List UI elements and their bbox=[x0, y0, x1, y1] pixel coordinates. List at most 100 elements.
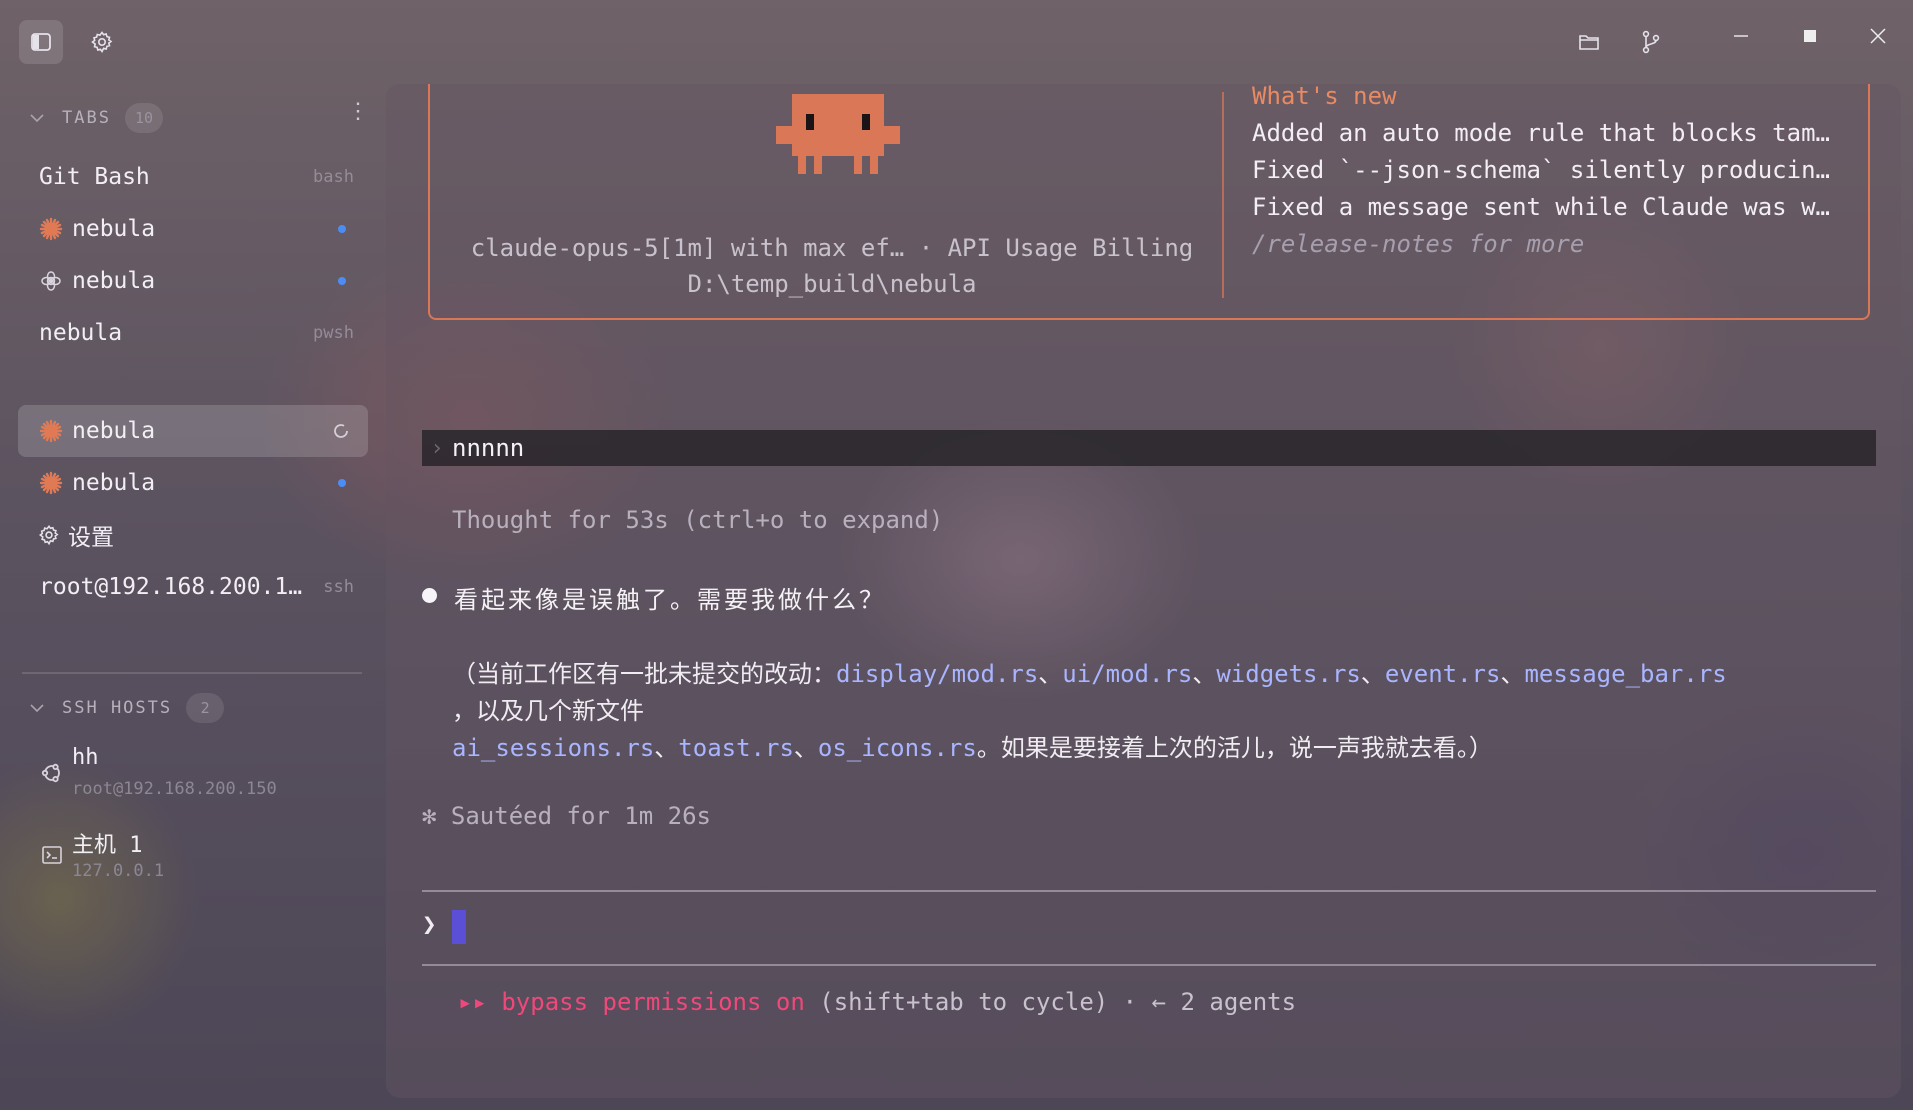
working-directory: D:\temp_build\nebula bbox=[687, 270, 977, 298]
bypass-label: bypass permissions on bbox=[501, 988, 805, 1016]
changed-file: message_bar.rs bbox=[1524, 660, 1727, 688]
close-button[interactable] bbox=[1848, 14, 1908, 58]
maximize-icon bbox=[1804, 30, 1816, 42]
input-top-border bbox=[422, 890, 1876, 892]
separator: 、 bbox=[1360, 660, 1385, 688]
gear-icon bbox=[91, 31, 113, 54]
claude-mascot-icon bbox=[776, 94, 900, 174]
openai-icon bbox=[38, 268, 64, 294]
tab-label: nebula bbox=[72, 268, 156, 294]
whats-new-item: Added an auto mode rule that blocks tam… bbox=[1252, 119, 1830, 147]
activity-dot bbox=[338, 277, 346, 285]
claude-sparkle-icon bbox=[38, 470, 64, 496]
assistant-reply: 看起来像是误触了。需要我做什么？ bbox=[454, 586, 886, 614]
welcome-separator bbox=[1222, 92, 1224, 298]
title-bar bbox=[0, 0, 1913, 72]
status-hint: (shift+tab to cycle) · ← 2 agents bbox=[804, 988, 1297, 1016]
tab-kind: bash bbox=[313, 167, 354, 187]
claude-sparkle-icon bbox=[38, 216, 64, 242]
terminal-panel[interactable]: claude-opus-5[1m] with max ef… · API Usa… bbox=[386, 84, 1901, 1098]
settings-button[interactable] bbox=[80, 20, 124, 64]
user-prompt-row: › nnnnn bbox=[422, 430, 1876, 466]
detail-prefix: （当前工作区有一批未提交的改动： bbox=[452, 660, 836, 688]
sauteed-status: ✻ Sautéed for 1m 26s bbox=[422, 802, 711, 830]
folder-icon bbox=[1579, 35, 1599, 50]
changed-file: display/mod.rs bbox=[836, 660, 1039, 688]
tab-settings[interactable]: 设置 bbox=[18, 509, 368, 561]
ssh-host-hh[interactable]: hh root@192.168.200.150 bbox=[36, 745, 366, 815]
tab-label: Git Bash bbox=[39, 164, 150, 190]
new-file: os_icons.rs bbox=[817, 734, 977, 762]
minimize-button[interactable] bbox=[1711, 14, 1771, 58]
tab-label: 设置 bbox=[68, 525, 114, 551]
gear-icon bbox=[36, 522, 62, 548]
reply-detail-line3: ai_sessions.rs、toast.rs、os_icons.rs。如果是要… bbox=[452, 728, 1493, 763]
changed-file: event.rs bbox=[1384, 660, 1501, 688]
reply-detail-line2: ，以及几个新文件 bbox=[452, 697, 644, 725]
claude-sparkle-icon bbox=[38, 418, 64, 444]
welcome-box: claude-opus-5[1m] with max ef… · API Usa… bbox=[428, 84, 1870, 320]
tab-label: nebula bbox=[72, 418, 156, 444]
open-folder-button[interactable] bbox=[1567, 20, 1611, 64]
tab-nebula-claude-1[interactable]: nebula bbox=[18, 203, 368, 255]
prompt-chevron-icon: › bbox=[430, 435, 444, 461]
tab-kind: pwsh bbox=[313, 323, 354, 343]
maximize-button[interactable] bbox=[1780, 14, 1840, 58]
ssh-host-1[interactable]: 主机 1 127.0.0.1 bbox=[36, 827, 366, 897]
host-name: 主机 1 bbox=[72, 833, 143, 858]
tab-nebula-pwsh[interactable]: nebula pwsh bbox=[18, 307, 368, 359]
reply-detail-line1: （当前工作区有一批未提交的改动：display/mod.rs、ui/mod.rs… bbox=[452, 654, 1727, 689]
tab-nebula-claude-3[interactable]: nebula bbox=[18, 457, 368, 509]
tab-ssh-root[interactable]: root@192.168.200.1… ssh bbox=[18, 561, 368, 613]
tabs-section-header[interactable]: TABS 10 bbox=[30, 100, 164, 136]
separator: 、 bbox=[793, 734, 818, 762]
thought-indicator[interactable]: Thought for 53s (ctrl+o to expand) bbox=[452, 506, 943, 534]
chevron-down-icon bbox=[30, 113, 46, 123]
input-bottom-border bbox=[422, 964, 1876, 966]
tab-nebula-openai[interactable]: nebula bbox=[18, 255, 368, 307]
whats-new-title: What's new bbox=[1252, 84, 1397, 110]
whats-new-item: Fixed a message sent while Claude was w… bbox=[1252, 193, 1830, 221]
tab-git-bash[interactable]: Git Bash bash bbox=[18, 151, 368, 203]
input-prompt-char: ❯ bbox=[422, 910, 437, 938]
separator: 、 bbox=[654, 734, 679, 762]
more-options-icon[interactable]: ⋮ bbox=[347, 96, 369, 126]
chevron-down-icon bbox=[30, 703, 46, 713]
sidebar: TABS 10 ⋮ Git Bash bash nebula nebula ne… bbox=[0, 72, 380, 1110]
host-address: 127.0.0.1 bbox=[72, 861, 165, 881]
host-address: root@192.168.200.150 bbox=[72, 779, 277, 799]
activity-dot bbox=[338, 479, 346, 487]
model-info: claude-opus-5[1m] with max ef… · API Usa… bbox=[470, 234, 1194, 262]
host-name: hh bbox=[72, 745, 99, 770]
user-prompt-text: nnnnn bbox=[452, 434, 525, 462]
separator: 、 bbox=[1500, 660, 1525, 688]
text-cursor[interactable] bbox=[452, 910, 466, 944]
new-file: toast.rs bbox=[678, 734, 794, 762]
sidebar-toggle-button[interactable] bbox=[19, 20, 63, 64]
terminal-icon bbox=[40, 843, 64, 867]
whats-new-item: Fixed `--json-schema` silently producin… bbox=[1252, 156, 1830, 184]
bypass-arrows-icon: ▸▸ bbox=[458, 988, 487, 1016]
sidebar-divider bbox=[22, 672, 362, 674]
permission-status[interactable]: ▸▸ bypass permissions on (shift+tab to c… bbox=[458, 988, 1296, 1016]
git-branch-button[interactable] bbox=[1629, 20, 1673, 64]
sidebar-toggle-icon bbox=[31, 33, 51, 51]
new-file: ai_sessions.rs bbox=[452, 734, 655, 762]
tab-kind: ssh bbox=[323, 577, 354, 597]
close-icon bbox=[1870, 28, 1886, 44]
activity-dot bbox=[338, 225, 346, 233]
tab-label: nebula bbox=[72, 216, 156, 242]
tab-label: nebula bbox=[39, 320, 123, 346]
changed-file: ui/mod.rs bbox=[1062, 660, 1193, 688]
reply-bullet-icon bbox=[422, 588, 437, 603]
git-branch-icon bbox=[1642, 30, 1660, 54]
tab-label: nebula bbox=[72, 470, 156, 496]
tab-nebula-claude-selected[interactable]: nebula bbox=[18, 405, 368, 457]
tabs-section-title: TABS bbox=[62, 108, 111, 128]
separator: 、 bbox=[1192, 660, 1217, 688]
separator: 、 bbox=[1038, 660, 1063, 688]
changed-file: widgets.rs bbox=[1216, 660, 1361, 688]
ssh-hosts-section-header[interactable]: SSH HOSTS 2 bbox=[30, 690, 225, 726]
tab-label: root@192.168.200.1… bbox=[39, 574, 303, 600]
ubuntu-icon bbox=[40, 761, 64, 785]
